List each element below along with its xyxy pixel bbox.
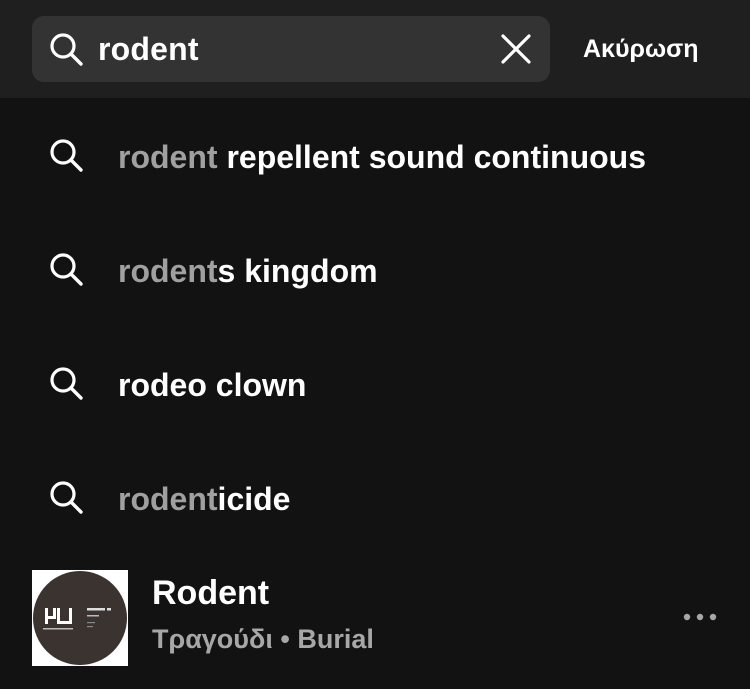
- suggestion-item[interactable]: rodent repellent sound continuous: [0, 98, 750, 212]
- suggestion-match: rodent: [118, 139, 218, 175]
- suggestion-item[interactable]: rodenticide: [0, 440, 750, 554]
- search-header: rodent Ακύρωση: [0, 0, 750, 98]
- search-input[interactable]: rodent: [32, 16, 550, 82]
- suggestion-text: rodeo clown: [118, 326, 306, 440]
- search-query-text[interactable]: rodent: [98, 16, 199, 82]
- suggestion-match: rodent: [118, 253, 218, 289]
- search-icon: [50, 253, 83, 286]
- track-result[interactable]: Rodent Τραγούδι • Burial: [0, 566, 750, 670]
- track-type: Τραγούδι: [152, 624, 273, 654]
- suggestion-rest: s kingdom: [217, 253, 378, 289]
- suggestion-text: rodenticide: [118, 440, 290, 554]
- cancel-button[interactable]: Ακύρωση: [583, 16, 699, 82]
- suggestion-text: rodent repellent sound continuous: [118, 98, 646, 212]
- suggestion-rest: repellent sound continuous: [217, 139, 646, 175]
- suggestion-match: rodent: [118, 481, 218, 517]
- suggestion-item[interactable]: rodents kingdom: [0, 212, 750, 326]
- track-subtitle: Τραγούδι • Burial: [152, 624, 374, 655]
- more-horizontal-icon[interactable]: [680, 602, 720, 632]
- search-icon: [50, 481, 83, 514]
- track-title: Rodent: [152, 574, 270, 612]
- suggestion-rest: rodeo clown: [118, 367, 307, 403]
- track-artist: Burial: [297, 624, 374, 654]
- meta-separator: •: [272, 624, 298, 654]
- search-icon: [50, 139, 83, 172]
- suggestion-item[interactable]: rodeo clown: [0, 326, 750, 440]
- album-cover: [32, 570, 128, 666]
- suggestion-rest: icide: [217, 481, 291, 517]
- search-icon: [50, 367, 83, 400]
- search-icon: [50, 33, 83, 66]
- suggestion-text: rodents kingdom: [118, 212, 378, 326]
- close-icon[interactable]: [498, 31, 534, 67]
